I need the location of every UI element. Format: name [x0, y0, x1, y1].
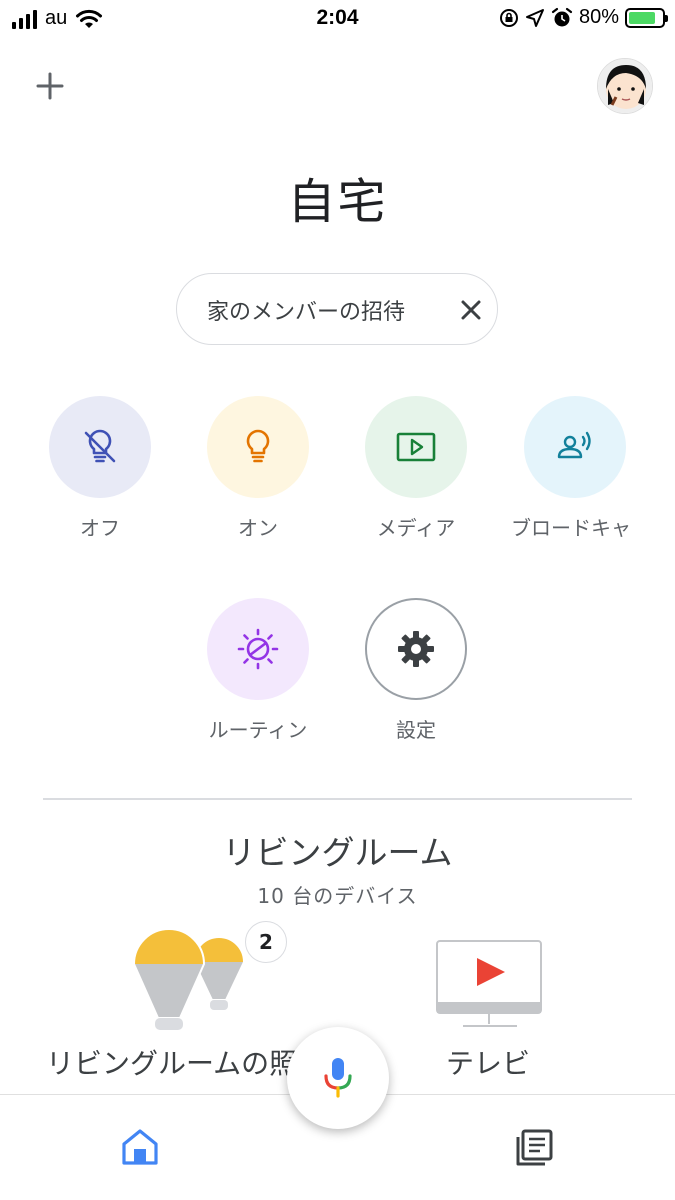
- action-circle: [207, 598, 309, 700]
- routine-icon: [237, 628, 279, 670]
- assistant-mic-button[interactable]: [287, 1027, 389, 1129]
- gear-icon: [398, 631, 434, 667]
- close-chip-button[interactable]: [457, 296, 485, 324]
- nav-home[interactable]: [118, 1125, 162, 1169]
- tv-icon: [436, 940, 542, 1027]
- mic-icon: [324, 1058, 352, 1098]
- device-count-badge: 2: [245, 921, 287, 963]
- action-circle: [207, 396, 309, 498]
- action-label: オフ: [80, 516, 120, 540]
- broadcast-icon: [557, 431, 591, 459]
- invite-chip-label: 家のメンバーの招待: [207, 300, 406, 325]
- room-title: リビングルーム: [222, 833, 453, 872]
- battery-icon: [625, 7, 668, 28]
- profile-avatar[interactable]: [597, 58, 653, 114]
- action-lights-off[interactable]: オフ: [30, 396, 170, 541]
- add-button[interactable]: [30, 66, 70, 106]
- action-circle: [365, 598, 467, 700]
- page-title: 自宅: [287, 174, 388, 230]
- action-lights-on[interactable]: オン: [188, 396, 328, 541]
- status-bar: au 2:04 80%: [0, 0, 675, 40]
- avatar-image: [598, 59, 652, 113]
- action-broadcast[interactable]: ブロードキャ: [505, 396, 645, 541]
- action-label: ブロードキャ: [511, 516, 631, 540]
- action-circle: [365, 396, 467, 498]
- lightbulb-icon: [246, 429, 270, 463]
- device-label: テレビ: [446, 1047, 531, 1080]
- rotation-lock-icon: [499, 8, 518, 27]
- room-device-count: 10 台のデバイス: [257, 884, 418, 908]
- status-right: 80%: [499, 6, 668, 29]
- home-icon: [122, 1129, 158, 1165]
- location-icon: [525, 8, 544, 27]
- action-label: 設定: [396, 718, 436, 742]
- action-label: メディア: [376, 516, 456, 540]
- plus-icon: [36, 72, 64, 100]
- action-media[interactable]: メディア: [346, 396, 486, 541]
- action-settings[interactable]: 設定: [346, 598, 486, 743]
- feed-icon: [516, 1129, 553, 1166]
- play-icon: [396, 432, 436, 462]
- lightbulb-off-icon: [84, 429, 116, 463]
- action-label: オン: [238, 516, 278, 540]
- invite-members-chip[interactable]: 家のメンバーの招待: [176, 273, 498, 345]
- action-routines[interactable]: ルーティン: [188, 598, 328, 743]
- nav-feed[interactable]: [513, 1125, 557, 1169]
- action-circle: [524, 396, 626, 498]
- section-divider: [43, 798, 632, 800]
- device-label: リビングルームの照: [46, 1047, 298, 1080]
- close-icon: [461, 300, 481, 320]
- alarm-icon: [551, 7, 573, 26]
- battery-percent: 80%: [578, 6, 619, 28]
- action-label: ルーティン: [208, 718, 308, 742]
- device-tile-tv[interactable]: テレビ: [420, 938, 560, 1080]
- action-circle: [49, 396, 151, 498]
